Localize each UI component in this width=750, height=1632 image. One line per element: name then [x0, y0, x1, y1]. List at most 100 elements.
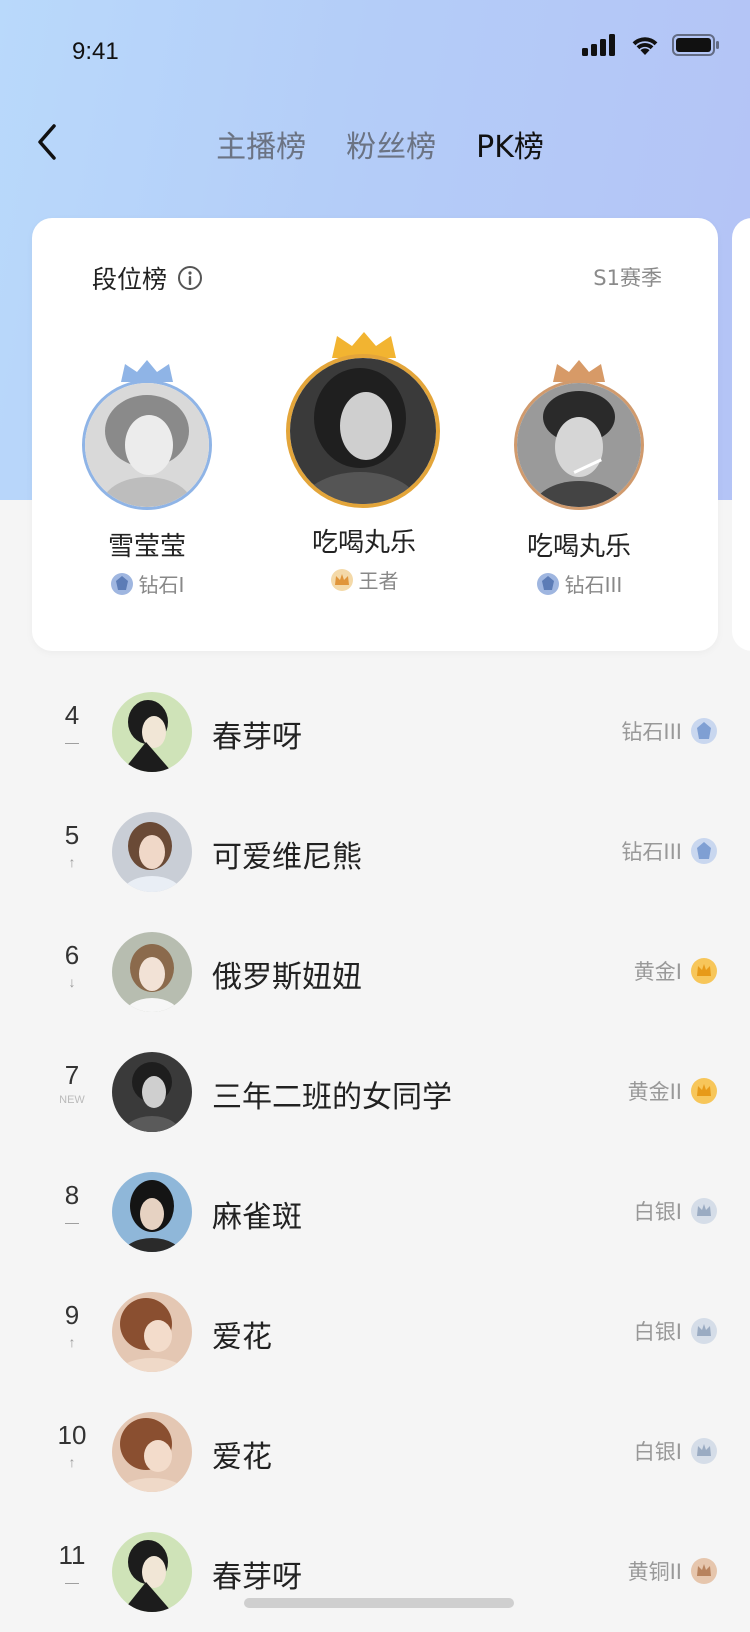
avatar [112, 1292, 192, 1372]
rank-trend: — [65, 734, 79, 750]
wifi-icon [632, 37, 658, 55]
diamond-tier-badge-icon [691, 838, 717, 864]
user-name: 俄罗斯妞妞 [212, 960, 362, 995]
podium-tier-label: 钻石III [564, 573, 623, 597]
rank-trend: ↑ [68, 1334, 76, 1350]
list-item[interactable]: 9 ↑ 爱花 白银I [0, 1272, 750, 1392]
tier: 白银I [634, 1436, 718, 1466]
rank-number: 10 [57, 1420, 87, 1450]
tier-ranking-card: 段位榜 S1赛季 雪莹莹 钻石I 吃喝丸乐 王者 吃喝丸乐 钻石III [32, 218, 718, 651]
podium-name: 吃喝丸乐 [311, 528, 416, 558]
rank-trend: ↓ [68, 974, 76, 990]
gold-tier-badge-icon [691, 1078, 717, 1104]
tier-label: 白银I [633, 1440, 682, 1464]
tier-label: 黄金I [633, 960, 682, 984]
tier-label: 白银I [633, 1320, 682, 1344]
ranking-list: 4 — 春芽呀 钻石III 5 ↑ 可爱维尼熊 钻石III 6 ↓ 俄罗斯妞妞 … [0, 672, 750, 1632]
list-item[interactable]: 4 — 春芽呀 钻石III [0, 672, 750, 792]
rank-number: 9 [64, 1300, 80, 1330]
king-tier-badge-icon [330, 568, 353, 591]
podium-third[interactable]: 吃喝丸乐 钻石III [514, 358, 644, 598]
podium-name: 吃喝丸乐 [526, 532, 631, 562]
avatar [286, 354, 440, 508]
list-item[interactable]: 10 ↑ 爱花 白银I [0, 1392, 750, 1512]
list-item[interactable]: 11 — 春芽呀 黄铜II [0, 1512, 750, 1632]
tier: 黄铜II [628, 1556, 718, 1586]
rank-number: 6 [64, 940, 80, 970]
rank-trend: NEW [59, 1094, 85, 1106]
podium-name: 雪莹莹 [107, 532, 186, 562]
rank-number: 7 [64, 1060, 80, 1090]
rank-number: 8 [64, 1180, 80, 1210]
user-name: 春芽呀 [212, 1560, 302, 1595]
rank-number: 4 [64, 700, 80, 730]
card-title: 段位榜 [92, 260, 203, 296]
next-card-peek[interactable] [732, 218, 750, 651]
podium-tier-label: 钻石I [138, 573, 185, 597]
tier-label: 白银I [633, 1200, 682, 1224]
rank-trend: ↑ [68, 1454, 76, 1470]
tier-label: 黄金II [627, 1080, 682, 1104]
status-icons [582, 34, 720, 56]
tab-bar: 主播榜 粉丝榜 PK榜 [0, 122, 750, 166]
card-title-label: 段位榜 [92, 265, 168, 294]
avatar [112, 1412, 192, 1492]
user-name: 爱花 [212, 1440, 272, 1475]
tier-label: 黄铜II [627, 1560, 682, 1584]
list-item[interactable]: 8 — 麻雀斑 白银I [0, 1152, 750, 1272]
silver-tier-badge-icon [691, 1318, 717, 1344]
podium-tier: 钻石III [514, 569, 644, 598]
diamond-tier-badge-icon [110, 572, 133, 595]
rank-number: 5 [64, 820, 80, 850]
diamond-tier-badge-icon [691, 718, 717, 744]
silver-tier-badge-icon [691, 1198, 717, 1224]
user-name: 麻雀斑 [212, 1200, 302, 1235]
avatar [112, 1532, 192, 1612]
tier: 白银I [634, 1316, 718, 1346]
list-item[interactable]: 5 ↑ 可爱维尼熊 钻石III [0, 792, 750, 912]
tier-label: 钻石III [621, 840, 682, 864]
status-bar: 9:41 [0, 0, 750, 100]
tier: 钻石III [621, 716, 718, 746]
list-item[interactable]: 6 ↓ 俄罗斯妞妞 黄金I [0, 912, 750, 1032]
podium-tier-label: 王者 [358, 569, 399, 593]
avatar [82, 380, 212, 510]
home-indicator[interactable] [244, 1598, 514, 1608]
user-name: 爱花 [212, 1320, 272, 1355]
status-time: 9:41 [72, 38, 119, 65]
avatar [112, 692, 192, 772]
tab-fan-ranking[interactable]: 粉丝榜 [346, 122, 436, 166]
tier: 钻石III [621, 836, 718, 866]
tier: 黄金I [634, 956, 718, 986]
podium-second[interactable]: 雪莹莹 钻石I [82, 358, 212, 598]
rank-trend: — [65, 1574, 79, 1590]
podium-tier: 钻石I [82, 569, 212, 598]
season-label: S1赛季 [593, 266, 662, 290]
gold-tier-badge-icon [691, 958, 717, 984]
podium-first[interactable]: 吃喝丸乐 王者 [286, 330, 442, 594]
tier: 黄金II [628, 1076, 718, 1106]
podium-tier: 王者 [286, 565, 442, 594]
list-item[interactable]: 7 NEW 三年二班的女同学 黄金II [0, 1032, 750, 1152]
user-name: 三年二班的女同学 [212, 1080, 452, 1115]
user-name: 可爱维尼熊 [212, 840, 362, 875]
rank-number: 11 [58, 1540, 86, 1570]
avatar [112, 1052, 192, 1132]
rank-trend: — [65, 1214, 79, 1230]
avatar [112, 1172, 192, 1252]
tier-label: 钻石III [621, 720, 682, 744]
rank-trend: ↑ [68, 854, 76, 870]
cellular-signal-icon [582, 34, 615, 56]
user-name: 春芽呀 [212, 720, 302, 755]
tab-anchor-ranking[interactable]: 主播榜 [216, 122, 306, 166]
top-navigation: 主播榜 粉丝榜 PK榜 [0, 100, 750, 190]
bronze-tier-badge-icon [691, 1558, 717, 1584]
battery-icon [672, 34, 719, 56]
info-icon[interactable] [177, 265, 203, 291]
diamond-tier-badge-icon [536, 572, 559, 595]
avatar [112, 932, 192, 1012]
avatar [514, 380, 644, 510]
tier: 白银I [634, 1196, 718, 1226]
avatar [112, 812, 192, 892]
tab-pk-ranking[interactable]: PK榜 [476, 122, 544, 166]
